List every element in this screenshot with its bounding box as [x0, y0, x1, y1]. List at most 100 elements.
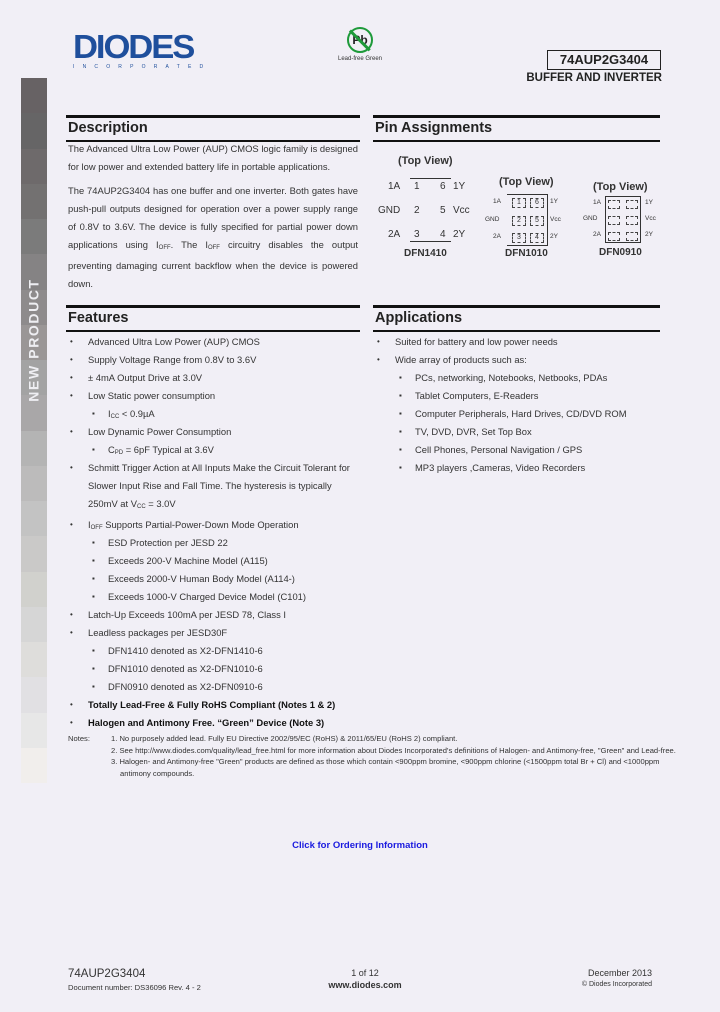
list-item-text: DFN0910 denoted as X2-DFN0910-6	[108, 681, 263, 692]
list-item: • IOFF Supports Partial-Power-Down Mode O…	[66, 516, 360, 534]
list-item-text: Halogen and Antimony Free. “Green” Devic…	[88, 717, 325, 728]
list-item: • Low Dynamic Power Consumption	[66, 423, 360, 441]
sidebar-band	[21, 430, 47, 466]
sub-list-item: ▪ Cell Phones, Personal Navigation / GPS	[373, 441, 660, 459]
bullet-icon: ▪	[92, 592, 95, 601]
footer-date: December 2013	[587, 968, 652, 978]
sidebar-band	[21, 747, 47, 783]
bullet-icon: ▪	[399, 463, 402, 472]
bullet-icon: •	[70, 355, 73, 364]
bullet-icon: •	[70, 373, 73, 382]
sub-list-item: ▪ Tablet Computers, E-Readers	[373, 387, 660, 405]
list-item: • Totally Lead-Free & Fully RoHS Complian…	[66, 696, 360, 714]
list-item-text: DFN1010 denoted as X2-DFN1010-6	[108, 663, 263, 674]
sub-list-item: ▪ TV, DVD, DVR, Set Top Box	[373, 423, 660, 441]
bullet-icon: •	[70, 337, 73, 346]
bullet-icon: ▪	[92, 682, 95, 691]
bullet-icon: •	[70, 700, 73, 709]
list-item: • Wide array of products such as:	[373, 351, 660, 369]
list-item: • Schmitt Trigger Action at All Inputs Ma…	[66, 459, 360, 516]
list-item-text: Computer Peripherals, Hard Drives, CD/DV…	[415, 408, 627, 419]
document-subtitle: BUFFER AND INVERTER	[526, 72, 662, 84]
bullet-icon: ▪	[399, 427, 402, 436]
bullet-icon: •	[70, 463, 73, 472]
list-item-text: Low Static power consumption	[88, 390, 216, 401]
sub-list-item: ▪ Exceeds 1000-V Charged Device Model (C1…	[66, 588, 360, 606]
new-product-label: NEW PRODUCT	[26, 278, 42, 402]
bullet-icon: ▪	[92, 574, 95, 583]
list-item: • Suited for battery and low power needs	[373, 333, 660, 351]
list-item-text: Supply Voltage Range from 0.8V to 3.6V	[88, 354, 257, 365]
list-item-text: ± 4mA Output Drive at 3.0V	[88, 372, 203, 383]
features-list: • Advanced Ultra Low Power (AUP) CMOS • Sup…	[66, 333, 360, 732]
bullet-icon: •	[70, 520, 73, 529]
bullet-icon: ▪	[399, 391, 402, 400]
bullet-icon: •	[70, 718, 73, 727]
list-item-text: DFN1410 denoted as X2-DFN1410-6	[108, 645, 263, 656]
sidebar-band	[21, 78, 47, 114]
note-3: 3. Halogen- and Antimony-free "Green" pr…	[111, 757, 660, 778]
bullet-icon: ▪	[92, 445, 95, 454]
ordering-information-link[interactable]: Click for Ordering Information	[0, 840, 720, 851]
sidebar-band	[21, 219, 47, 255]
list-item-text: Wide array of products such as:	[395, 354, 527, 365]
sidebar-band	[21, 536, 47, 572]
bullet-icon: •	[70, 427, 73, 436]
bullet-icon: •	[377, 337, 380, 346]
sidebar-band	[21, 606, 47, 642]
list-item: • Leadless packages per JESD30F	[66, 624, 360, 642]
list-item: • Advanced Ultra Low Power (AUP) CMOS	[66, 333, 360, 351]
sub-list-item: ▪ CPD = 6pF Typical at 3.6V	[66, 441, 360, 459]
list-item: • Halogen and Antimony Free. “Green” Devi…	[66, 714, 360, 732]
sidebar-band	[21, 113, 47, 149]
bullet-icon: •	[70, 610, 73, 619]
description-paragraph-1: The Advanced Ultra Low Power (AUP) CMOS …	[68, 143, 358, 172]
sub-list-item: ▪ DFN1410 denoted as X2-DFN1410-6	[66, 642, 360, 660]
pb-free-icon: Pb	[347, 27, 373, 53]
bullet-icon: ▪	[92, 646, 95, 655]
list-item-text: Exceeds 200-V Machine Model (A115)	[108, 555, 268, 566]
applications-list: • Suited for battery and low power needs •…	[373, 333, 660, 477]
bullet-icon: •	[377, 355, 380, 364]
sidebar-gradient	[21, 78, 47, 783]
list-item-text: Cell Phones, Personal Navigation / GPS	[415, 444, 583, 455]
list-item: • Latch-Up Exceeds 100mA per JESD 78, Cla…	[66, 606, 360, 624]
sub-list-item: ▪ DFN1010 denoted as X2-DFN1010-6	[66, 660, 360, 678]
list-item-text: Advanced Ultra Low Power (AUP) CMOS	[88, 336, 260, 347]
sidebar-band	[21, 465, 47, 501]
bullet-icon: •	[70, 628, 73, 637]
features-heading: Features	[66, 305, 360, 332]
note-2: 2. See http://www.diodes.com/quality/lea…	[111, 745, 676, 755]
sub-list-item: ▪ Computer Peripherals, Hard Drives, CD/D…	[373, 405, 660, 423]
list-item-text: Totally Lead-Free & Fully RoHS Compliant…	[88, 699, 336, 710]
sidebar-band	[21, 501, 47, 537]
sidebar-band	[21, 148, 47, 184]
sub-list-item: ▪ MP3 players ,Cameras, Video Recorders	[373, 459, 660, 477]
bullet-icon: ▪	[92, 538, 95, 547]
sub-list-item: ▪ Exceeds 2000-V Human Body Model (A114-)	[66, 570, 360, 588]
part-number: 74AUP2G3404	[547, 50, 661, 70]
list-item-text: MP3 players ,Cameras, Video Recorders	[415, 462, 586, 473]
bullet-icon: •	[70, 391, 73, 400]
bullet-icon: ▪	[399, 409, 402, 418]
list-item: • ± 4mA Output Drive at 3.0V	[66, 369, 360, 387]
sidebar-band	[21, 571, 47, 607]
sidebar-band	[21, 183, 47, 219]
list-item-text: PCs, networking, Notebooks, Netbooks, PD…	[415, 372, 608, 383]
list-item-text: Tablet Computers, E-Readers	[415, 390, 539, 401]
diodes-logo: DIODES INCORPORATED	[73, 28, 212, 70]
sidebar-band	[21, 712, 47, 748]
bullet-icon: ▪	[399, 445, 402, 454]
list-item-text: Schmitt Trigger Action at All Inputs Mak…	[88, 462, 350, 510]
sub-list-item: ▪ ICC < 0.9µA	[66, 405, 360, 423]
pin-assignments-heading: Pin Assignments	[373, 115, 660, 142]
sub-list-item: ▪ Exceeds 200-V Machine Model (A115)	[66, 552, 360, 570]
applications-heading: Applications	[373, 305, 660, 332]
description-paragraph-2: The 74AUP2G3404 has one buffer and one i…	[68, 185, 358, 289]
list-item: • Supply Voltage Range from 0.8V to 3.6V	[66, 351, 360, 369]
list-item-text: Latch-Up Exceeds 100mA per JESD 78, Clas…	[88, 609, 287, 620]
note-1: 1. No purposely added lead. Fully EU Dir…	[111, 734, 458, 743]
lead-free-green-badge: Pb Lead-free Green	[330, 27, 390, 62]
list-item-text: Exceeds 1000-V Charged Device Model (C10…	[108, 591, 307, 602]
list-item-text: Suited for battery and low power needs	[395, 336, 558, 347]
